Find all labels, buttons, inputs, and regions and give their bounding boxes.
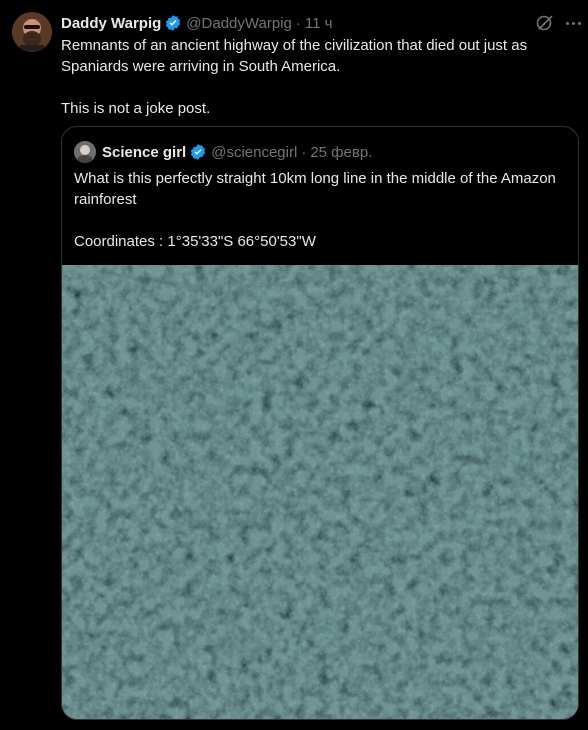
more-options-icon[interactable]	[562, 12, 584, 34]
quoted-handle: @sciencegirl	[211, 143, 298, 161]
verified-badge-icon	[166, 15, 181, 31]
quoted-timestamp: 25 февр.	[310, 143, 373, 161]
quoted-text: What is this perfectly straight 10km lon…	[74, 168, 564, 252]
more-dot	[571, 21, 575, 25]
grok-icon[interactable]	[534, 12, 556, 34]
quoted-paragraph: Coordinates : 1°35'33"S 66°50'53"W	[74, 233, 316, 250]
avatar-image	[12, 12, 52, 52]
quoted-header: Science girl @sciencegirl · 25 февр.	[74, 141, 372, 163]
more-dot	[565, 21, 569, 25]
separator-dot: ·	[295, 14, 301, 32]
tweet-text: Remnants of an ancient highway of the ci…	[61, 35, 576, 119]
tweet-paragraph: Remnants of an ancient highway of the ci…	[61, 37, 528, 75]
separator-dot: ·	[301, 143, 307, 161]
more-dot	[577, 21, 581, 25]
forest-canopy-image	[62, 265, 578, 719]
quoted-author-name: Science girl	[102, 143, 187, 161]
author-name[interactable]: Daddy Warpig	[61, 15, 161, 32]
tweet-header: Daddy Warpig @DaddyWarpig · 11 ч	[61, 13, 332, 33]
quoted-tweet-card[interactable]: Science girl @sciencegirl · 25 февр. Wha…	[61, 126, 579, 720]
author-handle[interactable]: @DaddyWarpig	[186, 15, 292, 32]
quoted-paragraph: What is this perfectly straight 10km lon…	[74, 170, 556, 208]
tweet-paragraph: This is not a joke post.	[61, 100, 211, 117]
verified-badge-icon	[191, 144, 206, 160]
satellite-image[interactable]	[62, 265, 578, 719]
quoted-avatar	[74, 141, 96, 163]
author-avatar[interactable]	[12, 12, 52, 52]
timestamp[interactable]: 11 ч	[305, 15, 333, 32]
